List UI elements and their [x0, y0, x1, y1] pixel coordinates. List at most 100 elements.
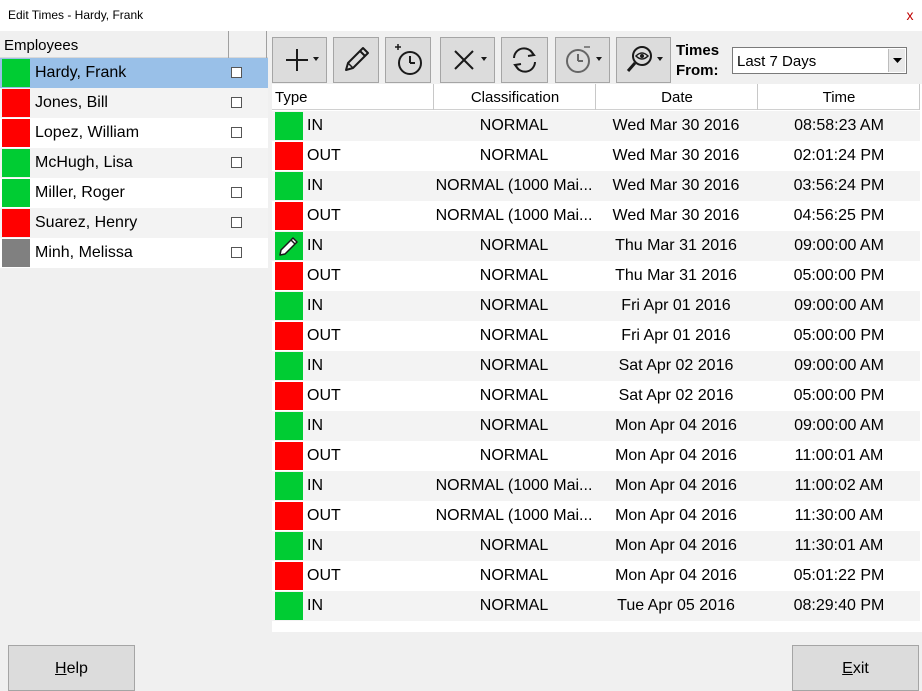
punch-out-indicator: [275, 382, 303, 410]
employee-checkbox[interactable]: [231, 187, 242, 198]
help-button[interactable]: Help: [8, 645, 135, 691]
column-header-date[interactable]: Date: [596, 89, 758, 106]
employee-name: Minh, Melissa: [35, 244, 133, 261]
employee-checkbox[interactable]: [231, 127, 242, 138]
window-title: Edit Times - Hardy, Frank: [8, 8, 144, 22]
table-row[interactable]: IN NORMAL (1000 Mai... Wed Mar 30 2016 03:5…: [272, 171, 920, 201]
type-cell: OUT: [307, 327, 341, 344]
time-cell: 08:58:23 AM: [794, 117, 884, 134]
classification-cell: NORMAL: [479, 447, 549, 464]
time-cell: 04:56:25 PM: [793, 207, 885, 224]
exit-label-rest: xit: [852, 660, 869, 677]
table-row[interactable]: OUT NORMAL Mon Apr 04 2016 11:00:01 AM: [272, 441, 920, 471]
time-options-button[interactable]: [555, 37, 610, 83]
table-row[interactable]: OUT NORMAL Wed Mar 30 2016 02:01:24 PM: [272, 141, 920, 171]
time-cell: 05:01:22 PM: [793, 567, 885, 584]
employee-row[interactable]: Miller, Roger: [0, 178, 268, 208]
type-cell: IN: [307, 117, 323, 134]
table-row[interactable]: OUT NORMAL (1000 Mai... Wed Mar 30 2016 04:…: [272, 201, 920, 231]
classification-cell: NORMAL: [479, 567, 549, 584]
punch-out-indicator: [275, 502, 303, 530]
column-divider: [266, 31, 267, 58]
time-cell: 09:00:00 AM: [794, 237, 884, 254]
add-punch-button[interactable]: [385, 37, 431, 83]
table-header: Type Classification Date Time: [272, 84, 920, 110]
column-header-time[interactable]: Time: [758, 89, 920, 106]
delete-button[interactable]: [440, 37, 495, 83]
status-indicator: [2, 89, 30, 117]
table-row[interactable]: IN NORMAL Thu Mar 31 2016 09:00:00 AM: [272, 231, 920, 261]
employee-row[interactable]: McHugh, Lisa: [0, 148, 268, 178]
time-cell: 11:30:01 AM: [794, 537, 884, 554]
date-cell: Mon Apr 04 2016: [615, 507, 737, 524]
column-divider[interactable]: [228, 31, 229, 58]
employees-panel: Employees Hardy, Frank Jones, Bill Lopez, …: [0, 31, 268, 631]
employee-checkbox[interactable]: [231, 157, 242, 168]
table-row[interactable]: IN NORMAL Wed Mar 30 2016 08:58:23 AM: [272, 111, 920, 141]
time-cell: 02:01:24 PM: [793, 147, 885, 164]
classification-cell: NORMAL: [479, 387, 549, 404]
punch-in-indicator: [275, 232, 303, 260]
column-header-type[interactable]: Type: [275, 89, 308, 106]
type-cell: OUT: [307, 507, 341, 524]
time-cell: 03:56:24 PM: [793, 177, 885, 194]
table-row[interactable]: OUT NORMAL Sat Apr 02 2016 05:00:00 PM: [272, 381, 920, 411]
employee-checkbox[interactable]: [231, 67, 242, 78]
table-row[interactable]: IN NORMAL (1000 Mai... Mon Apr 04 2016 11:0…: [272, 471, 920, 501]
table-row[interactable]: OUT NORMAL (1000 Mai... Mon Apr 04 2016 11:…: [272, 501, 920, 531]
date-cell: Thu Mar 31 2016: [615, 267, 737, 284]
classification-cell: NORMAL (1000 Mai...: [435, 177, 593, 194]
dropdown-arrow[interactable]: [888, 49, 905, 72]
x-dropdown-icon: [454, 50, 487, 70]
close-window-button[interactable]: x: [903, 8, 917, 22]
employee-name: Suarez, Henry: [35, 214, 138, 231]
type-cell: IN: [307, 417, 323, 434]
time-cell: 09:00:00 AM: [794, 357, 884, 374]
table-row[interactable]: IN NORMAL Sat Apr 02 2016 09:00:00 AM: [272, 351, 920, 381]
table-row[interactable]: IN NORMAL Fri Apr 01 2016 09:00:00 AM: [272, 291, 920, 321]
time-cell: 05:00:00 PM: [793, 387, 885, 404]
type-cell: OUT: [307, 207, 341, 224]
toolbar: Times From: Last 7 Days: [268, 31, 922, 84]
view-button[interactable]: [616, 37, 671, 83]
times-from-select[interactable]: Last 7 Days: [732, 47, 907, 74]
type-cell: OUT: [307, 387, 341, 404]
table-row[interactable]: IN NORMAL Tue Apr 05 2016 08:29:40 PM: [272, 591, 920, 621]
employee-name: Lopez, William: [35, 124, 140, 141]
employee-checkbox[interactable]: [231, 217, 242, 228]
employee-row[interactable]: Suarez, Henry: [0, 208, 268, 238]
employee-row[interactable]: Hardy, Frank: [0, 58, 268, 88]
employee-checkbox[interactable]: [231, 247, 242, 258]
add-clock-icon: [395, 44, 422, 75]
employee-checkbox[interactable]: [231, 97, 242, 108]
table-row[interactable]: IN NORMAL Mon Apr 04 2016 09:00:00 AM: [272, 411, 920, 441]
refresh-button[interactable]: [501, 37, 548, 83]
punch-out-indicator: [275, 142, 303, 170]
column-header-classification[interactable]: Classification: [434, 89, 596, 106]
help-label-rest: elp: [66, 660, 88, 677]
time-cell: 11:30:00 AM: [794, 507, 884, 524]
classification-cell: NORMAL (1000 Mai...: [435, 477, 593, 494]
add-button[interactable]: [272, 37, 327, 83]
punch-in-indicator: [275, 592, 303, 620]
date-cell: Thu Mar 31 2016: [615, 237, 737, 254]
table-row[interactable]: OUT NORMAL Fri Apr 01 2016 05:00:00 PM: [272, 321, 920, 351]
type-cell: OUT: [307, 267, 341, 284]
edit-button[interactable]: [333, 37, 379, 83]
employee-row[interactable]: Lopez, William: [0, 118, 268, 148]
date-cell: Wed Mar 30 2016: [612, 177, 740, 194]
employee-name: Miller, Roger: [35, 184, 125, 201]
status-indicator: [2, 119, 30, 147]
employee-row[interactable]: Jones, Bill: [0, 88, 268, 118]
classification-cell: NORMAL (1000 Mai...: [435, 507, 593, 524]
table-row[interactable]: OUT NORMAL Mon Apr 04 2016 05:01:22 PM: [272, 561, 920, 591]
classification-cell: NORMAL: [479, 327, 549, 344]
table-row[interactable]: OUT NORMAL Thu Mar 31 2016 05:00:00 PM: [272, 261, 920, 291]
classification-cell: NORMAL: [479, 597, 549, 614]
employee-row[interactable]: Minh, Melissa: [0, 238, 268, 268]
plus-dropdown-icon: [286, 49, 319, 71]
exit-button[interactable]: Exit: [792, 645, 919, 691]
table-row[interactable]: IN NORMAL Mon Apr 04 2016 11:30:01 AM: [272, 531, 920, 561]
date-cell: Mon Apr 04 2016: [615, 447, 737, 464]
status-indicator: [2, 149, 30, 177]
